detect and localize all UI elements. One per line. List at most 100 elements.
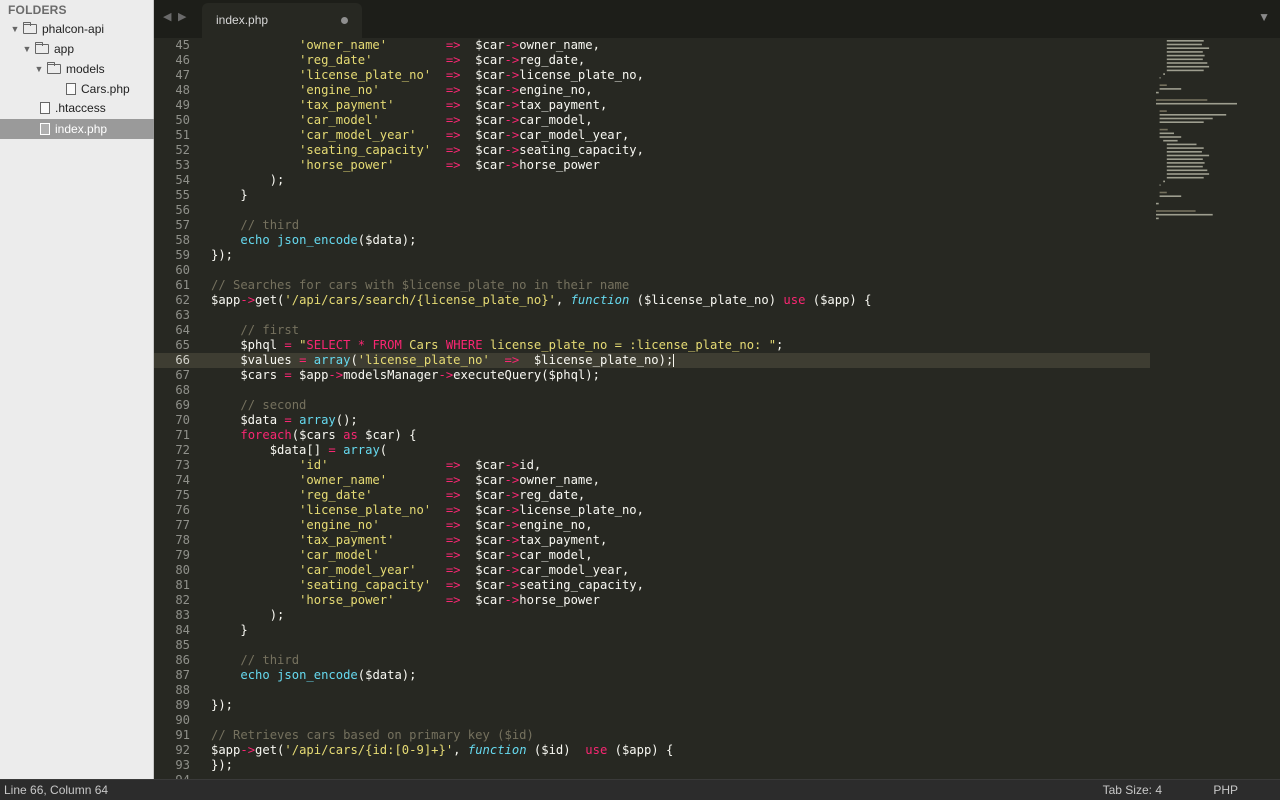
- minimap-line: [1166, 158, 1203, 160]
- code-line[interactable]: 85: [154, 638, 1150, 653]
- line-number: 56: [175, 203, 190, 217]
- sidebar-item-app[interactable]: ▼ app: [0, 39, 154, 59]
- minimap-line: [1156, 102, 1237, 105]
- tab-menu-chevron-icon[interactable]: ▼: [1258, 10, 1270, 24]
- code-line[interactable]: 86 // third: [154, 653, 1150, 668]
- syntax-selector[interactable]: PHP: [1213, 783, 1238, 797]
- code-line[interactable]: 69 // second: [154, 398, 1150, 413]
- sidebar-item-phalcon-api[interactable]: ▼ phalcon-api: [0, 19, 154, 39]
- code-line[interactable]: 75 'reg_date' => $car->reg_date,: [154, 488, 1150, 503]
- code-line[interactable]: 55 }: [154, 188, 1150, 203]
- line-number: 89: [175, 698, 190, 712]
- minimap-line: [1159, 191, 1167, 194]
- code-line[interactable]: 45 'owner_name' => $car->owner_name,: [154, 38, 1150, 53]
- code-line[interactable]: 52 'seating_capacity' => $car->seating_c…: [154, 143, 1150, 158]
- line-number: 67: [175, 368, 190, 382]
- code-line[interactable]: 72 $data[] = array(: [154, 443, 1150, 458]
- code-line[interactable]: 63: [154, 308, 1150, 323]
- line-code: 'car_model' => $car->car_model,: [299, 548, 593, 562]
- code-line[interactable]: 46 'reg_date' => $car->reg_date,: [154, 53, 1150, 68]
- code-line[interactable]: 92 $app->get('/api/cars/{id:[0-9]+}', fun…: [154, 743, 1150, 758]
- code-line[interactable]: 67 $cars = $app->modelsManager->executeQ…: [154, 368, 1150, 383]
- sidebar-item-cars-php[interactable]: Cars.php: [0, 79, 154, 99]
- code-line[interactable]: 77 'engine_no' => $car->engine_no,: [154, 518, 1150, 533]
- code-line[interactable]: 89});: [154, 698, 1150, 713]
- tab-bar: ◀ ▶ index.php ▼: [154, 0, 1280, 38]
- line-code: });: [211, 248, 234, 262]
- code-line[interactable]: 64 // first: [154, 323, 1150, 338]
- line-number: 76: [175, 503, 190, 517]
- code-line[interactable]: 65 $phql = "SELECT * FROM Cars WHERE lic…: [154, 338, 1150, 353]
- unsaved-dot-icon[interactable]: [341, 17, 348, 24]
- minimap-line: [1156, 210, 1196, 212]
- code-line[interactable]: 60: [154, 263, 1150, 278]
- code-line[interactable]: 82 'horse_power' => $car->horse_power: [154, 593, 1150, 608]
- line-code: 'car_model_year' => $car->car_model_year…: [299, 128, 630, 142]
- minimap-line: [1166, 147, 1204, 149]
- code-line[interactable]: 61 // Searches for cars with $license_pla…: [154, 278, 1150, 293]
- line-number: 57: [175, 218, 190, 232]
- line-number: 51: [175, 128, 190, 142]
- code-editor[interactable]: 45 'owner_name' => $car->owner_name, 46 '…: [154, 38, 1150, 779]
- minimap-line: [1159, 195, 1182, 197]
- code-line[interactable]: 56: [154, 203, 1150, 218]
- code-line[interactable]: 47 'license_plate_no' => $car->license_p…: [154, 68, 1150, 83]
- code-line[interactable]: 76 'license_plate_no' => $car->license_p…: [154, 503, 1150, 518]
- tab-nav-right-icon[interactable]: ▶: [178, 10, 186, 23]
- tab-index-php[interactable]: index.php: [202, 3, 362, 38]
- code-line[interactable]: 51 'car_model_year' => $car->car_model_y…: [154, 128, 1150, 143]
- minimap[interactable]: [1150, 38, 1280, 779]
- code-line[interactable]: 87 echo json_encode($data);: [154, 668, 1150, 683]
- sidebar-item-models[interactable]: ▼ models: [0, 59, 154, 79]
- sidebar-item-index-php[interactable]: index.php: [0, 119, 154, 139]
- code-line[interactable]: 83 );: [154, 608, 1150, 623]
- code-line[interactable]: 80 'car_model_year' => $car->car_model_y…: [154, 563, 1150, 578]
- code-line[interactable]: 78 'tax_payment' => $car->tax_payment,: [154, 533, 1150, 548]
- folder-icon: [23, 22, 37, 34]
- code-line[interactable]: 90: [154, 713, 1150, 728]
- code-line[interactable]: 57 // third: [154, 218, 1150, 233]
- code-line[interactable]: 73 'id' => $car->id,: [154, 458, 1150, 473]
- minimap-line: [1159, 128, 1168, 131]
- code-line[interactable]: 68: [154, 383, 1150, 398]
- code-line[interactable]: 71 foreach($cars as $car) {: [154, 428, 1150, 443]
- code-line[interactable]: 79 'car_model' => $car->car_model,: [154, 548, 1150, 563]
- code-line[interactable]: 84 }: [154, 623, 1150, 638]
- line-code: 'horse_power' => $car->horse_power: [299, 158, 600, 172]
- code-line[interactable]: 59});: [154, 248, 1150, 263]
- code-line[interactable]: 74 'owner_name' => $car->owner_name,: [154, 473, 1150, 488]
- minimap-line: [1166, 69, 1204, 72]
- line-number: 65: [175, 338, 190, 352]
- code-line[interactable]: 93});: [154, 758, 1150, 773]
- code-line[interactable]: 54 );: [154, 173, 1150, 188]
- line-number: 45: [175, 38, 190, 52]
- tab-size-selector[interactable]: Tab Size: 4: [1103, 783, 1162, 797]
- line-number: 68: [175, 383, 190, 397]
- code-line[interactable]: 88: [154, 683, 1150, 698]
- disclosure-down-icon[interactable]: ▼: [10, 24, 20, 34]
- code-line[interactable]: 70 $data = array();: [154, 413, 1150, 428]
- line-number: 61: [175, 278, 190, 292]
- line-number: 85: [175, 638, 190, 652]
- line-code: );: [211, 608, 285, 622]
- disclosure-down-icon[interactable]: ▼: [22, 44, 32, 54]
- code-line[interactable]: 62 $app->get('/api/cars/search/{license_p…: [154, 293, 1150, 308]
- minimap-line: [1166, 51, 1203, 53]
- sidebar-item-htaccess[interactable]: .htaccess: [0, 98, 154, 118]
- code-line[interactable]: 50 'car_model' => $car->car_model,: [154, 113, 1150, 128]
- tab-nav-left-icon[interactable]: ◀: [163, 10, 171, 23]
- code-line[interactable]: 91 // Retrieves cars based on primary key…: [154, 728, 1150, 743]
- line-number: 72: [175, 443, 190, 457]
- line-code: 'engine_no' => $car->engine_no,: [299, 83, 593, 97]
- code-line[interactable]: 81 'seating_capacity' => $car->seating_c…: [154, 578, 1150, 593]
- code-line[interactable]: 48 'engine_no' => $car->engine_no,: [154, 83, 1150, 98]
- disclosure-down-icon[interactable]: ▼: [34, 64, 44, 74]
- code-line[interactable]: 53 'horse_power' => $car->horse_power: [154, 158, 1150, 173]
- code-line[interactable]: 66 $values = array('license_plate_no' =>…: [154, 353, 1150, 368]
- line-number: 66: [175, 353, 190, 367]
- minimap-line: [1163, 180, 1165, 183]
- minimap-line: [1166, 169, 1208, 172]
- code-line[interactable]: 58 echo json_encode($data);: [154, 233, 1150, 248]
- code-line[interactable]: 49 'tax_payment' => $car->tax_payment,: [154, 98, 1150, 113]
- line-code: 'owner_name' => $car->owner_name,: [299, 38, 600, 52]
